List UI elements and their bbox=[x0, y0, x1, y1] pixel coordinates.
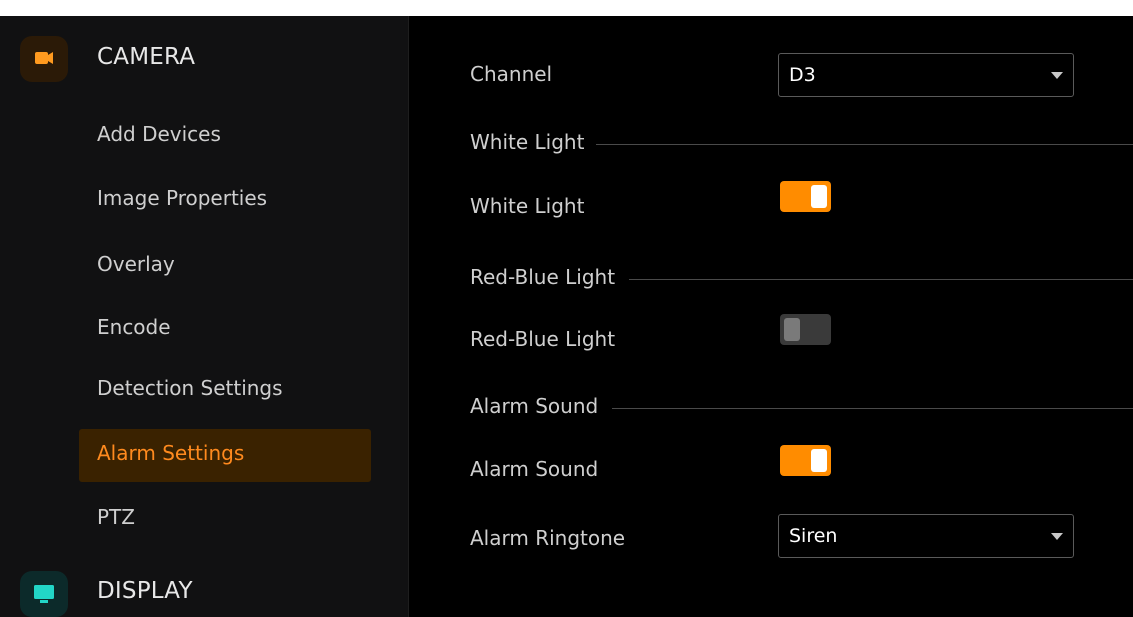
section-divider bbox=[612, 408, 1133, 409]
sidebar-item-alarm-settings[interactable]: Alarm Settings bbox=[79, 429, 371, 482]
sidebar-category-display[interactable]: DISPLAY bbox=[0, 571, 408, 617]
toggle-knob bbox=[811, 449, 827, 472]
sidebar-item-label: Overlay bbox=[97, 252, 175, 276]
alarm-ringtone-select-value: Siren bbox=[789, 525, 838, 547]
section-title-red-blue-light: Red-Blue Light bbox=[470, 265, 616, 289]
section-title-white-light: White Light bbox=[470, 130, 585, 154]
monitor-icon bbox=[20, 571, 68, 617]
toggle-knob bbox=[811, 185, 827, 208]
sidebar-item-label: PTZ bbox=[97, 505, 135, 529]
alarm-ringtone-select[interactable]: Siren bbox=[778, 514, 1074, 558]
sidebar-item-label: Detection Settings bbox=[97, 376, 283, 400]
sidebar-item-detection-settings[interactable]: Detection Settings bbox=[79, 364, 371, 417]
sidebar-item-label: Alarm Settings bbox=[97, 441, 245, 465]
channel-select-value: D3 bbox=[789, 64, 816, 86]
category-label-display: DISPLAY bbox=[97, 578, 193, 604]
category-label-camera: CAMERA bbox=[97, 44, 196, 70]
camera-icon bbox=[20, 36, 68, 82]
section-title-alarm-sound: Alarm Sound bbox=[470, 394, 599, 418]
settings-window: CAMERA Add Devices Image Properties Over… bbox=[0, 16, 1133, 617]
chevron-down-icon bbox=[1051, 72, 1063, 79]
sidebar-item-label: Add Devices bbox=[97, 122, 221, 146]
alarm-ringtone-label: Alarm Ringtone bbox=[470, 526, 626, 550]
section-divider bbox=[629, 279, 1133, 280]
sidebar: CAMERA Add Devices Image Properties Over… bbox=[0, 16, 409, 617]
alarm-sound-label: Alarm Sound bbox=[470, 457, 599, 481]
sidebar-item-label: Image Properties bbox=[97, 186, 268, 210]
channel-select[interactable]: D3 bbox=[778, 53, 1074, 97]
chevron-down-icon bbox=[1051, 533, 1063, 540]
sidebar-item-overlay[interactable]: Overlay bbox=[79, 240, 371, 293]
alarm-settings-panel: Channel D3 White Light White Light Red-B… bbox=[409, 16, 1133, 617]
white-light-label: White Light bbox=[470, 194, 585, 218]
alarm-sound-toggle[interactable] bbox=[780, 445, 831, 476]
red-blue-light-toggle[interactable] bbox=[780, 314, 831, 345]
sidebar-item-encode[interactable]: Encode bbox=[79, 303, 371, 356]
section-divider bbox=[596, 144, 1133, 145]
sidebar-item-ptz[interactable]: PTZ bbox=[79, 493, 371, 546]
sidebar-item-label: Encode bbox=[97, 315, 171, 339]
sidebar-item-add-devices[interactable]: Add Devices bbox=[79, 110, 371, 163]
sidebar-category-camera[interactable]: CAMERA bbox=[0, 36, 408, 86]
sidebar-item-image-properties[interactable]: Image Properties bbox=[79, 174, 371, 227]
white-light-toggle[interactable] bbox=[780, 181, 831, 212]
channel-label: Channel bbox=[470, 62, 553, 86]
red-blue-light-label: Red-Blue Light bbox=[470, 327, 616, 351]
toggle-knob bbox=[784, 318, 800, 341]
